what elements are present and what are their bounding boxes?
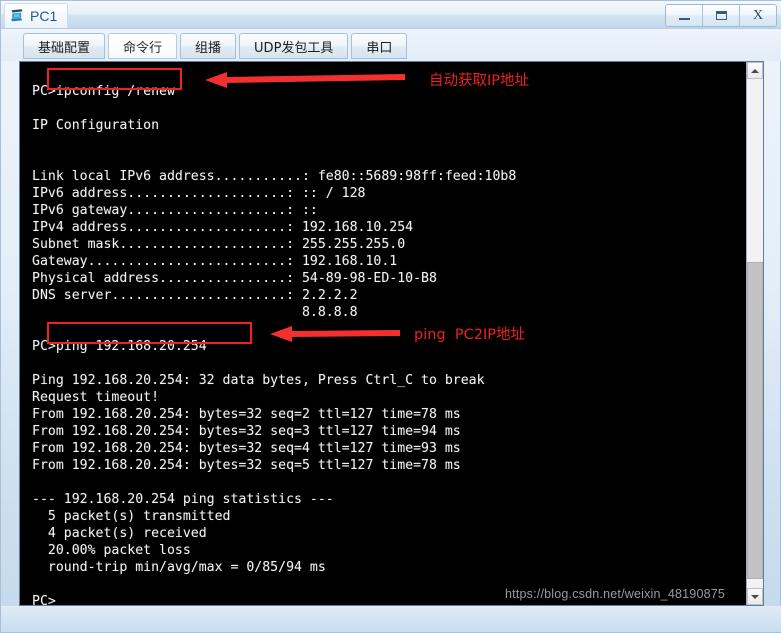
minimize-button[interactable] [666,5,703,26]
terminal-console[interactable]: PC>ipconfig /renew IP Configuration Link… [20,62,748,605]
window-footer [1,606,781,632]
annotation-label-ipconfig: 自动获取IP地址 [429,73,530,89]
close-button[interactable]: X [740,5,776,26]
tab-serial-port[interactable]: 串口 [351,33,408,59]
window-title-tab[interactable]: PC1 [4,3,69,28]
tab-label: 串口 [366,40,393,56]
minimize-icon [678,18,690,20]
pc-device-icon [9,8,25,24]
tab-command-line[interactable]: 命令行 [108,33,178,59]
tab-basic-config[interactable]: 基础配置 [23,33,106,59]
scrollbar-thumb[interactable] [747,262,763,579]
tab-label: UDP发包工具 [254,40,334,56]
terminal-output: PC>ipconfig /renew IP Configuration Link… [32,84,517,605]
maximize-button[interactable] [703,5,740,26]
annotation-label-ping: ping PC2IP地址 [414,327,525,343]
close-icon: X [752,7,764,23]
tab-multicast[interactable]: 组播 [180,33,237,59]
maximize-icon [715,11,727,20]
tab-label: 命令行 [123,40,163,56]
tab-label: 组播 [195,40,222,56]
scroll-up-button[interactable] [747,62,763,79]
scroll-down-button[interactable] [747,588,763,605]
tab-udp-tool[interactable]: UDP发包工具 [239,33,349,59]
watermark: https://blog.csdn.net/weixin_48190875 [505,587,726,601]
title-bar: PC1 X [1,1,781,29]
chevron-up-icon [751,68,759,73]
terminal-frame: PC>ipconfig /renew IP Configuration Link… [19,61,764,606]
tab-label: 基础配置 [38,40,91,56]
tab-list: 基础配置 命令行 组播 UDP发包工具 串口 [23,33,410,59]
scrollbar-track[interactable] [747,79,763,588]
window-controls: X [665,4,777,27]
pc1-window: PC1 X 基础配置 命令行 组播 UDP发包工具 串口 PC>ipconfig… [0,0,781,633]
vertical-scrollbar[interactable] [746,62,763,605]
window-title: PC1 [30,8,58,24]
tab-bar: 基础配置 命令行 组播 UDP发包工具 串口 [1,29,781,61]
chevron-down-icon [751,594,759,599]
